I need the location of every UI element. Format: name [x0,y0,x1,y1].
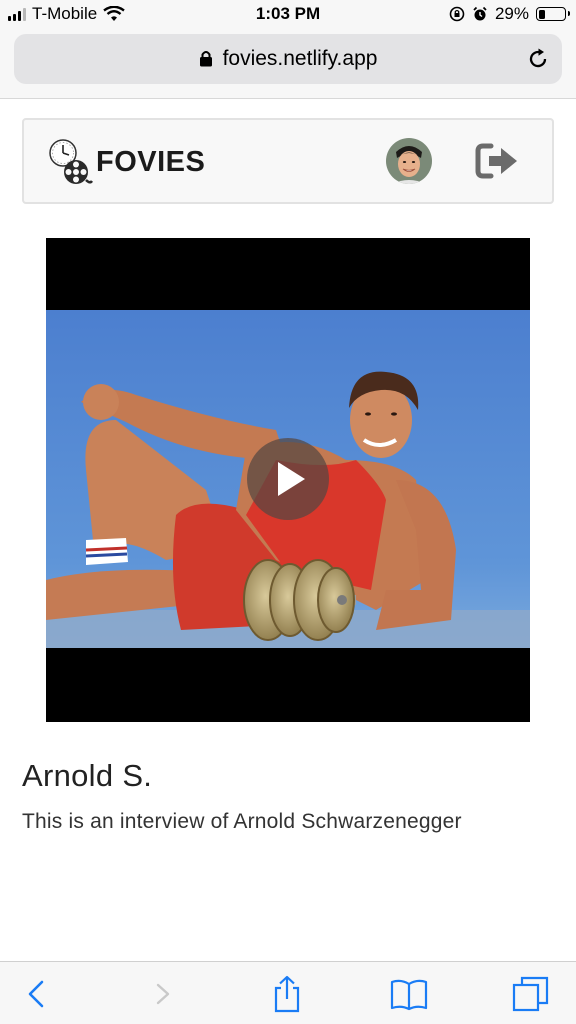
book-icon[interactable] [389,974,429,1014]
battery-level [538,9,546,19]
status-bar: T-Mobile 1:03 PM 29% [0,0,576,30]
tabs-icon[interactable] [511,974,551,1014]
app-navbar: FOVIES [22,118,554,204]
play-icon [278,462,305,496]
video-player[interactable] [46,238,530,722]
lock-icon [199,51,212,67]
battery-icon [536,7,570,21]
user-avatar[interactable] [386,138,432,184]
video-title: Arnold S. [22,758,153,793]
user-avatar-image [386,138,432,184]
brand-name: FOVIES [96,145,206,178]
brand-home-link[interactable]: FOVIES [46,138,205,186]
address-bar[interactable]: fovies.netlify.app [14,34,562,84]
chevron-left-icon[interactable] [16,974,56,1014]
orientation-lock-icon [449,6,465,22]
url-text: fovies.netlify.app [222,47,378,70]
reload-icon[interactable] [526,47,550,71]
video-description: This is an interview of Arnold Schwarzen… [22,810,462,833]
chevron-right-icon[interactable] [142,974,182,1014]
clock-film-reel-logo-icon [49,139,94,184]
share-icon[interactable] [267,974,307,1014]
logout-icon[interactable] [474,141,520,181]
battery-percentage: 29% [494,4,529,23]
play-button[interactable] [247,438,329,520]
url-display[interactable]: fovies.netlify.app [14,47,562,71]
alarm-clock-icon [473,6,487,21]
browser-address-area: fovies.netlify.app [0,30,576,99]
status-right: 29% [449,4,570,24]
browser-toolbar [0,961,576,1024]
